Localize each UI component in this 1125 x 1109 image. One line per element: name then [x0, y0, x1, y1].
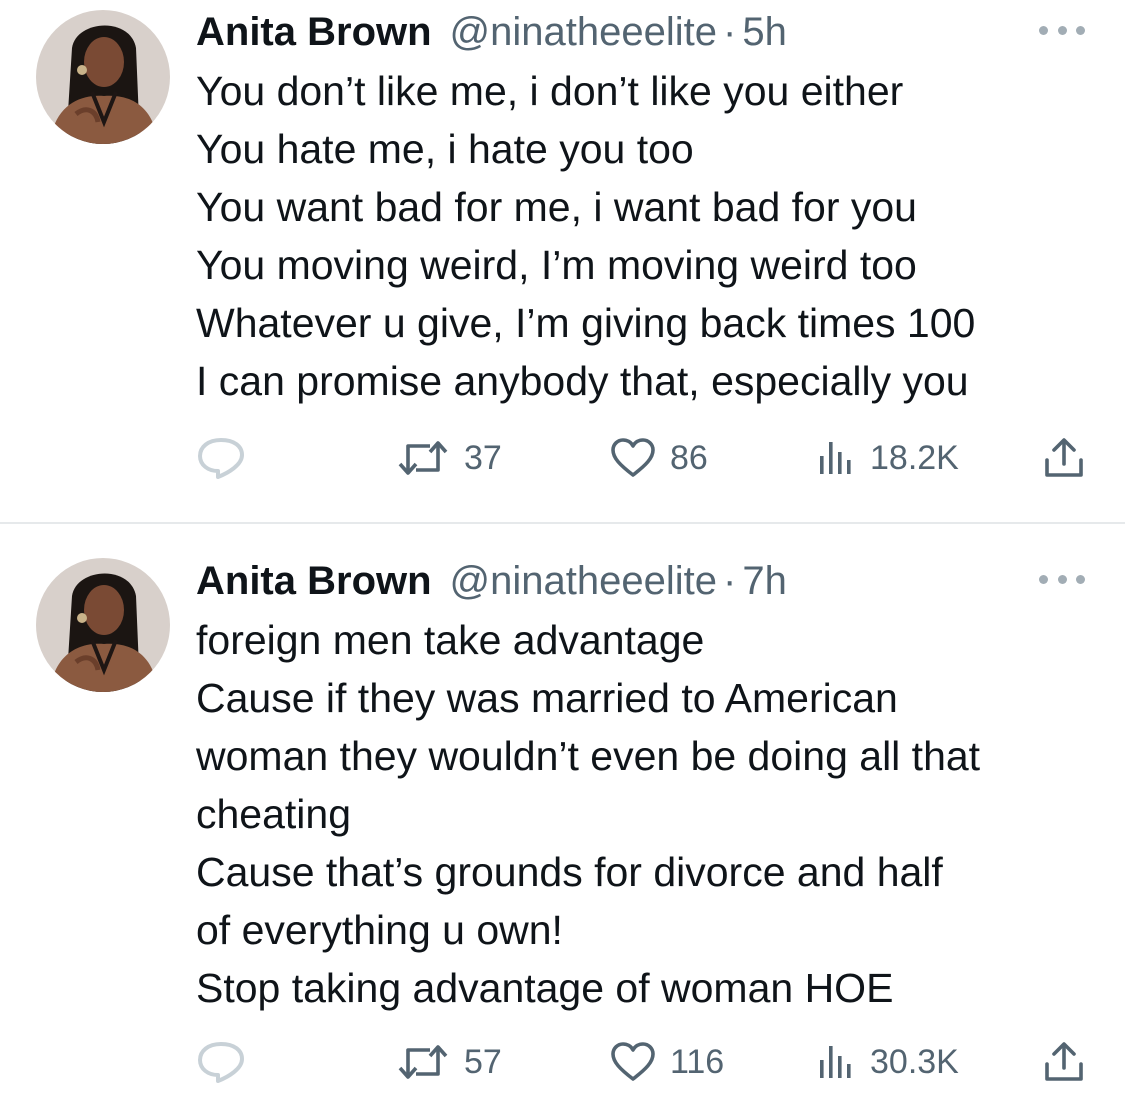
tweet-text-line: You moving weird, I’m moving weird too: [196, 242, 917, 288]
share-icon: [1045, 438, 1083, 477]
separator-dot: ·: [723, 558, 737, 603]
views-icon: [820, 442, 851, 474]
heart-icon: [611, 1042, 655, 1081]
tweet-text-line: I can promise anybody that, especially y…: [196, 358, 969, 404]
tweet-text: You don’t like me, i don’t like you eith…: [196, 62, 1096, 410]
heart-icon: [611, 438, 655, 477]
retweet-icon: [398, 441, 448, 475]
retweet-count: 57: [464, 1042, 502, 1081]
reply-button[interactable]: [196, 1032, 246, 1092]
tweet-text-line: Whatever u give, I’m giving back times 1…: [196, 300, 976, 346]
avatar[interactable]: [36, 558, 170, 692]
like-count: 86: [670, 438, 708, 477]
author-handle[interactable]: @ninatheeelite: [450, 10, 717, 55]
share-icon: [1045, 1042, 1083, 1081]
tweet-time[interactable]: 7h: [742, 559, 787, 604]
share-button[interactable]: [1042, 1032, 1086, 1092]
tweet-text-line: woman they wouldn’t even be doing all th…: [196, 733, 981, 779]
retweet-button[interactable]: 57: [396, 1032, 502, 1092]
share-button[interactable]: [1042, 428, 1086, 488]
tweet-text-line: You don’t like me, i don’t like you eith…: [196, 68, 904, 114]
tweet-text: foreign men take advantage Cause if they…: [196, 611, 1096, 1017]
tweet-text-line: cheating: [196, 791, 352, 837]
like-button[interactable]: 86: [610, 428, 708, 488]
more-horizontal-icon[interactable]: [1039, 567, 1085, 591]
author-handle[interactable]: @ninatheeelite: [450, 559, 717, 604]
separator-dot: ·: [723, 9, 737, 54]
tweet-text-line: foreign men take advantage: [196, 617, 705, 663]
tweet-text-line: Stop taking advantage of woman HOE: [196, 965, 894, 1011]
tweet-header: Anita Brown @ninatheeelite · 7h: [196, 557, 1085, 605]
like-count: 116: [670, 1042, 725, 1081]
views-button[interactable]: 30.3K: [816, 1032, 959, 1092]
reply-button[interactable]: [196, 428, 246, 488]
author-name[interactable]: Anita Brown: [196, 10, 432, 55]
views-icon: [820, 1046, 851, 1078]
author-name[interactable]: Anita Brown: [196, 559, 432, 604]
reply-icon: [198, 438, 244, 479]
tweet[interactable]: Anita Brown @ninatheeelite · 7h foreign …: [0, 524, 1125, 1109]
tweet-actions: 57 116 30.3K: [196, 1032, 1086, 1092]
tweet-actions: 37 86 18.2K: [196, 428, 1086, 488]
tweet-time[interactable]: 5h: [742, 10, 787, 55]
avatar[interactable]: [36, 10, 170, 144]
tweet-text-line: Cause that’s grounds for divorce and hal…: [196, 849, 943, 895]
views-button[interactable]: 18.2K: [816, 428, 959, 488]
tweet-header: Anita Brown @ninatheeelite · 5h: [196, 8, 1085, 56]
tweet-text-line: You want bad for me, i want bad for you: [196, 184, 917, 230]
views-count: 18.2K: [870, 438, 959, 477]
tweet-text-line: You hate me, i hate you too: [196, 126, 694, 172]
tweet[interactable]: Anita Brown @ninatheeelite · 5h You don’…: [0, 0, 1125, 522]
retweet-icon: [398, 1045, 448, 1079]
more-horizontal-icon[interactable]: [1039, 18, 1085, 42]
tweet-text-line: Cause if they was married to American: [196, 675, 898, 721]
reply-icon: [198, 1042, 244, 1083]
like-button[interactable]: 116: [610, 1032, 724, 1092]
tweet-text-line: of everything u own!: [196, 907, 563, 953]
retweet-count: 37: [464, 438, 502, 477]
views-count: 30.3K: [870, 1042, 959, 1081]
retweet-button[interactable]: 37: [396, 428, 502, 488]
